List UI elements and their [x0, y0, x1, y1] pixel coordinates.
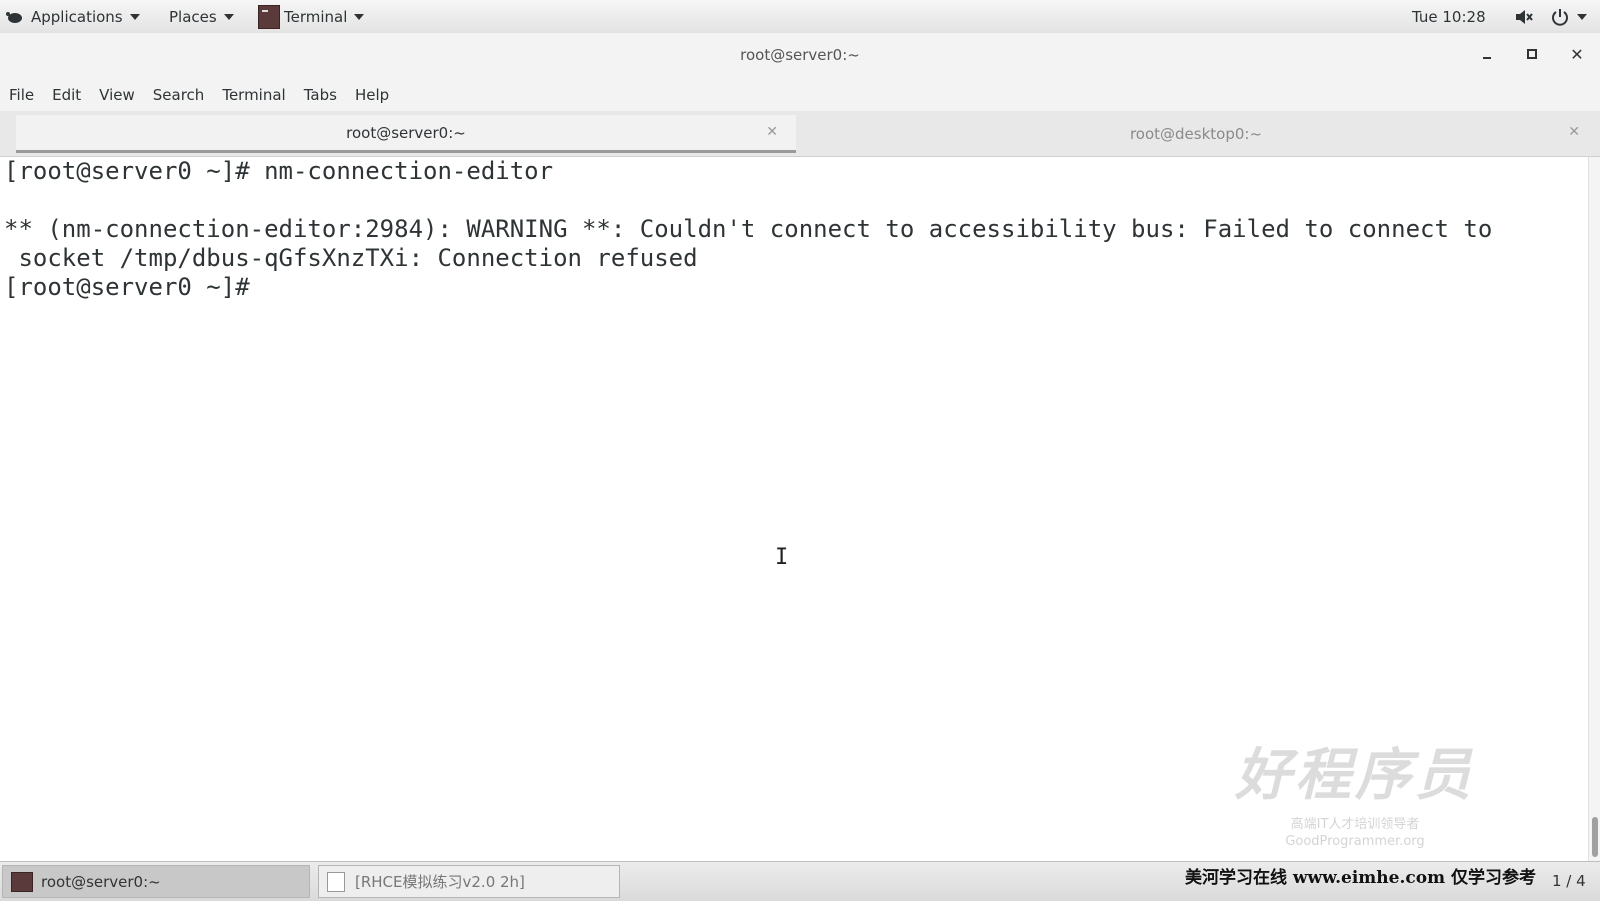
- terminal-line: [root@server0 ~]#: [4, 273, 250, 301]
- applications-label: Applications: [31, 7, 123, 26]
- maximize-button[interactable]: [1523, 45, 1541, 63]
- tab-server0[interactable]: root@server0:~ ✕: [16, 115, 796, 153]
- tab-label: root@server0:~: [346, 123, 466, 142]
- menu-search[interactable]: Search: [144, 86, 214, 104]
- tab-bar: root@server0:~ ✕ root@desktop0:~ ✕: [0, 111, 1600, 157]
- menu-terminal[interactable]: Terminal: [213, 86, 294, 104]
- speaker-muted-icon: [1516, 9, 1533, 24]
- terminal-line: [root@server0 ~]# nm-connection-editor: [4, 157, 554, 185]
- menu-help[interactable]: Help: [346, 86, 398, 104]
- power-icon: [1552, 8, 1568, 26]
- chevron-down-icon: [223, 13, 234, 20]
- menu-tabs[interactable]: Tabs: [295, 86, 346, 104]
- places-label: Places: [169, 7, 217, 26]
- taskbar-item-rhce[interactable]: [RHCE模拟练习v2.0 2h]: [318, 865, 620, 898]
- text-cursor-icon: I: [775, 545, 789, 570]
- watermark-brand: 好程序员: [1235, 742, 1475, 808]
- chevron-down-icon: [129, 13, 140, 20]
- terminal-line: socket /tmp/dbus-qGfsXnzTXi: Connection …: [4, 244, 698, 272]
- places-menu[interactable]: Places: [169, 0, 234, 33]
- tab-close-icon[interactable]: ✕: [1568, 124, 1580, 140]
- close-button[interactable]: ✕: [1568, 45, 1586, 64]
- footer-watermark-text: 美河学习在线 www.eimhe.com 仅学习参考: [1185, 868, 1536, 888]
- window-titlebar[interactable]: root@server0:~ ✕: [0, 33, 1600, 79]
- top-panel: Applications Places Terminal Tue 10:28: [0, 0, 1600, 34]
- gnome-foot-icon: [6, 11, 22, 23]
- watermark-url: GoodProgrammer.org: [1285, 834, 1425, 849]
- system-menu[interactable]: [1550, 0, 1587, 33]
- terminal-icon: [11, 871, 33, 892]
- menubar: File Edit View Search Terminal Tabs Help: [0, 79, 1600, 111]
- scrollbar-thumb[interactable]: [1592, 817, 1598, 857]
- tab-close-icon[interactable]: ✕: [766, 124, 778, 140]
- menu-view[interactable]: View: [90, 86, 144, 104]
- applications-menu[interactable]: Applications: [0, 0, 140, 33]
- taskbar-item-label: root@server0:~: [41, 872, 161, 891]
- menu-file[interactable]: File: [0, 86, 43, 104]
- chevron-down-icon: [354, 13, 365, 20]
- terminal-scrollbar[interactable]: [1588, 157, 1600, 861]
- tab-label: root@desktop0:~: [1129, 125, 1263, 143]
- menu-edit[interactable]: Edit: [43, 86, 90, 104]
- window-title: root@server0:~: [740, 46, 860, 64]
- volume-icon[interactable]: [1514, 0, 1534, 33]
- chevron-down-icon: [1577, 13, 1587, 20]
- terminal-line: ** (nm-connection-editor:2984): WARNING …: [4, 215, 1493, 243]
- terminal-app-menu[interactable]: Terminal: [258, 0, 365, 33]
- clock-label: Tue 10:28: [1412, 7, 1486, 26]
- taskbar-item-label: [RHCE模拟练习v2.0 2h]: [355, 873, 525, 891]
- minimize-button[interactable]: [1478, 45, 1496, 63]
- tab-desktop0[interactable]: root@desktop0:~ ✕: [796, 115, 1596, 153]
- clock[interactable]: Tue 10:28: [1412, 0, 1486, 33]
- terminal-app-label: Terminal: [284, 7, 348, 26]
- terminal-icon: [258, 4, 280, 29]
- workspace-indicator[interactable]: 1 / 4: [1552, 872, 1586, 890]
- taskbar-item-terminal[interactable]: root@server0:~: [2, 865, 310, 898]
- watermark-logo: 好程序员 高端IT人才培训领导者 GoodProgrammer.org: [1205, 730, 1505, 849]
- watermark-slogan: 高端IT人才培训领导者: [1290, 817, 1420, 832]
- window-icon: [327, 871, 345, 892]
